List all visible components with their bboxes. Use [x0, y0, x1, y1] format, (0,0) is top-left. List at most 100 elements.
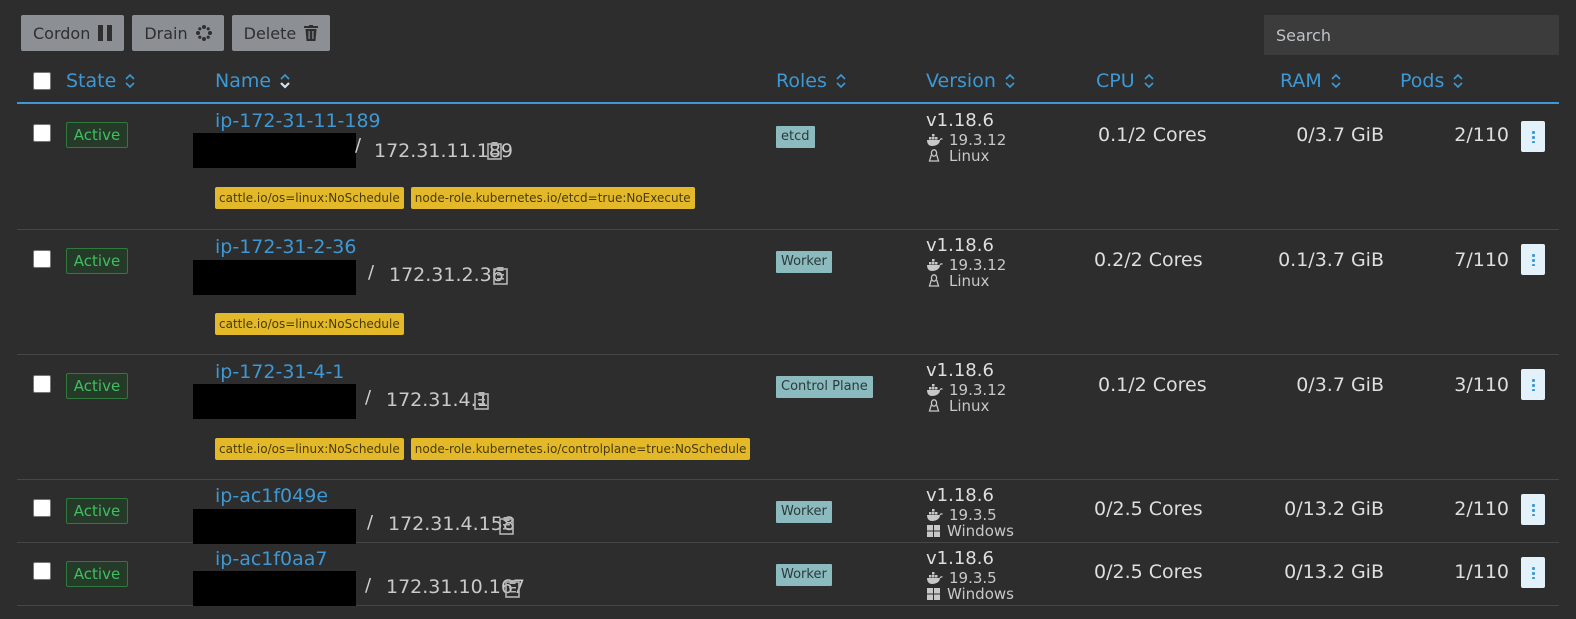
redacted-block — [193, 509, 356, 544]
table-row: Active ip-ac1f049e / 172.31.4.158 Worker… — [17, 480, 1559, 544]
row-actions-button[interactable] — [1521, 369, 1545, 400]
pod-count: 2/110 — [1454, 124, 1509, 146]
windows-icon — [927, 525, 940, 537]
row-checkbox[interactable] — [33, 250, 51, 268]
node-name-link[interactable]: ip-172-31-4-1 — [215, 361, 344, 383]
redacted-block — [193, 133, 356, 168]
status-badge: Active — [66, 373, 128, 399]
kubernetes-version: v1.18.6 — [926, 235, 994, 256]
status-badge: Active — [66, 498, 128, 524]
sort-icon — [836, 73, 846, 89]
select-all-checkbox[interactable] — [33, 72, 51, 90]
copy-icon[interactable] — [487, 141, 504, 160]
role-badge: etcd — [776, 126, 815, 148]
operating-system: Linux — [926, 147, 989, 165]
taint-badge: node-role.kubernetes.io/controlplane=tru… — [410, 438, 751, 460]
cordon-button-label: Cordon — [33, 23, 91, 43]
status-badge: Active — [66, 122, 128, 148]
column-header-roles-label: Roles — [776, 70, 827, 92]
pause-icon — [98, 25, 113, 41]
copy-icon[interactable] — [505, 579, 522, 598]
row-checkbox[interactable] — [33, 124, 51, 142]
pod-count: 3/110 — [1454, 374, 1509, 396]
drain-button[interactable]: Drain — [132, 15, 224, 51]
operating-system: Windows — [926, 522, 1014, 540]
kubernetes-version: v1.18.6 — [926, 360, 994, 381]
more-vertical-icon — [1531, 566, 1535, 579]
column-header-state[interactable]: State — [66, 70, 136, 92]
separator: / — [365, 387, 372, 408]
column-header-ram[interactable]: RAM — [1280, 70, 1342, 92]
trash-icon — [304, 25, 319, 41]
row-actions-button[interactable] — [1521, 557, 1545, 588]
column-header-name[interactable]: Name — [215, 70, 291, 92]
os-name: Linux — [949, 272, 990, 290]
taint-list: cattle.io/os=linux:NoSchedule node-role.… — [215, 438, 751, 460]
column-header-cpu-label: CPU — [1096, 70, 1135, 92]
row-checkbox[interactable] — [33, 562, 51, 580]
pod-count: 7/110 — [1454, 249, 1509, 271]
separator: / — [367, 512, 374, 533]
taint-badge: node-role.kubernetes.io/etcd=true:NoExec… — [410, 187, 695, 209]
delete-button-label: Delete — [243, 23, 297, 43]
copy-icon[interactable] — [474, 391, 491, 410]
row-actions-button[interactable] — [1521, 244, 1545, 275]
os-name: Linux — [949, 397, 990, 415]
sort-icon — [1005, 73, 1015, 89]
table-header: State Name Roles Version CPU RAM Pods — [17, 62, 1559, 104]
docker-icon — [927, 383, 943, 396]
node-ip: 172.31.2.36 — [389, 264, 504, 286]
bulk-action-toolbar: Cordon Drain Delete — [21, 15, 331, 51]
separator: / — [365, 575, 372, 596]
pod-count: 2/110 — [1454, 498, 1509, 520]
sort-descending-icon — [280, 73, 290, 89]
role-badge: Worker — [776, 501, 832, 523]
row-checkbox[interactable] — [33, 499, 51, 517]
separator: / — [355, 135, 362, 156]
search-input[interactable] — [1264, 15, 1559, 55]
copy-icon[interactable] — [499, 516, 516, 535]
node-name-link[interactable]: ip-ac1f049e — [215, 485, 328, 507]
operating-system: Linux — [926, 272, 989, 290]
kubernetes-version: v1.18.6 — [926, 548, 994, 569]
redacted-block — [193, 260, 356, 295]
column-header-roles[interactable]: Roles — [776, 70, 847, 92]
row-actions-button[interactable] — [1521, 121, 1545, 152]
docker-icon — [927, 571, 943, 584]
sort-icon — [1453, 73, 1463, 89]
operating-system: Linux — [926, 397, 989, 415]
table-row: Active ip-172-31-2-36 / 172.31.2.36 catt… — [17, 230, 1559, 355]
node-name-link[interactable]: ip-ac1f0aa7 — [215, 548, 328, 570]
role-badge: Control Plane — [776, 376, 873, 398]
role-badge: Worker — [776, 251, 832, 273]
row-actions-button[interactable] — [1521, 494, 1545, 525]
drain-button-label: Drain — [144, 23, 188, 43]
taint-badge: cattle.io/os=linux:NoSchedule — [215, 313, 404, 335]
taint-list: cattle.io/os=linux:NoSchedule — [215, 313, 404, 335]
taint-list: cattle.io/os=linux:NoSchedule node-role.… — [215, 187, 695, 209]
node-name-link[interactable]: ip-172-31-2-36 — [215, 236, 356, 258]
kubernetes-version: v1.18.6 — [926, 485, 994, 506]
more-vertical-icon — [1531, 130, 1535, 143]
os-name: Windows — [947, 522, 1014, 540]
copy-icon[interactable] — [493, 266, 510, 285]
more-vertical-icon — [1531, 378, 1535, 391]
more-vertical-icon — [1531, 503, 1535, 516]
node-name-link[interactable]: ip-172-31-11-189 — [215, 110, 381, 132]
column-header-cpu[interactable]: CPU — [1096, 70, 1155, 92]
column-header-ram-label: RAM — [1280, 70, 1322, 92]
spinner-icon — [195, 25, 212, 41]
redacted-block — [193, 571, 356, 606]
column-header-version-label: Version — [926, 70, 996, 92]
status-badge: Active — [66, 248, 128, 274]
node-ip: 172.31.4.158 — [388, 513, 515, 535]
row-checkbox[interactable] — [33, 375, 51, 393]
column-header-pods[interactable]: Pods — [1400, 70, 1464, 92]
sort-icon — [1144, 73, 1154, 89]
column-header-version[interactable]: Version — [926, 70, 1016, 92]
delete-button[interactable]: Delete — [231, 15, 331, 51]
ram-usage: 0/3.7 GiB — [1296, 124, 1384, 146]
cpu-usage: 0.2/2 Cores — [1094, 249, 1203, 271]
ram-usage: 0.1/3.7 GiB — [1278, 249, 1384, 271]
cordon-button[interactable]: Cordon — [21, 15, 125, 51]
